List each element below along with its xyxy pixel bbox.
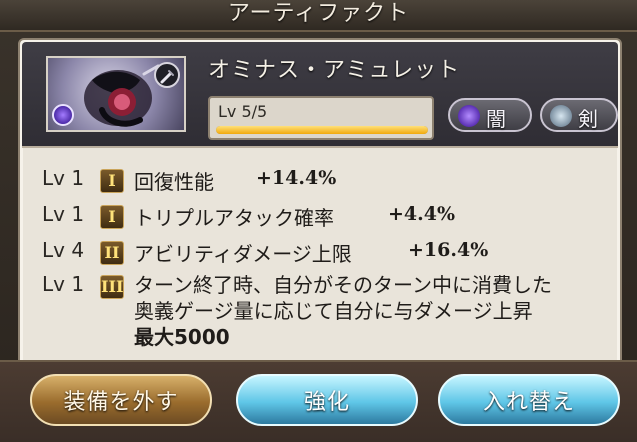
button-bar: 装備を外す 強化 入れ替え (0, 360, 637, 442)
element-label: 闇 (486, 107, 506, 131)
element-pill: 闇 (448, 98, 532, 132)
skill-row-1: Lv 1 I 回復性能 +14.4% (42, 166, 602, 196)
level-text: Lv 5/5 (218, 102, 268, 121)
skill-level: Lv 4 (42, 238, 85, 262)
artifact-thumbnail[interactable] (46, 56, 186, 132)
skill-desc-line2: 奥義ゲージ量に応じて自分に与ダメージ上昇 (134, 299, 533, 323)
level-box: Lv 5/5 (208, 96, 434, 140)
skill-row-2: Lv 1 I トリプルアタック確率 +4.4% (42, 202, 602, 232)
weapon-label: 剣 (578, 107, 598, 131)
artifact-detail-panel: オミナス・アミュレット Lv 5/5 闇 剣 Lv 1 I 回復性能 +14.4… (18, 38, 622, 368)
skill-level: Lv 1 (42, 272, 85, 296)
skill-desc-line3: 最大5000 (134, 325, 230, 349)
dark-element-icon (458, 105, 480, 127)
skill-name: 回復性能 (134, 170, 214, 194)
level-progress-fill (216, 126, 428, 134)
dialog-title: アーティファクト (227, 1, 410, 26)
skill-value: +4.4% (388, 203, 456, 225)
skill-level: Lv 1 (42, 166, 85, 190)
swap-button[interactable]: 入れ替え (438, 374, 620, 426)
tier-badge: III (100, 275, 124, 299)
tier-badge: I (100, 169, 124, 193)
sword-icon (550, 105, 572, 127)
skill-desc-line1: ターン終了時、自分がそのターン中に消費した (134, 273, 552, 297)
artifact-dialog: アーティファクト オミナス・アミュレット Lv 5/5 闇 剣 Lv 1 I 回… (0, 0, 637, 442)
divider (22, 146, 618, 148)
skill-level: Lv 1 (42, 202, 85, 226)
skill-value: +16.4% (408, 239, 489, 261)
unequip-button[interactable]: 装備を外す (30, 374, 212, 426)
dark-element-icon (52, 104, 74, 126)
level-progress-track (216, 126, 428, 134)
artifact-header: オミナス・アミュレット Lv 5/5 闇 剣 (22, 42, 618, 146)
skill-value: +14.4% (256, 167, 337, 189)
tier-badge: I (100, 205, 124, 229)
skill-name: アビリティダメージ上限 (134, 242, 352, 266)
weapon-pill: 剣 (540, 98, 618, 132)
skill-row-4: Lv 1 III ターン終了時、自分がそのターン中に消費した 奥義ゲージ量に応じ… (42, 272, 622, 356)
tier-badge: II (100, 241, 124, 265)
title-bar: アーティファクト (0, 0, 637, 32)
sword-icon (154, 62, 180, 88)
upgrade-button[interactable]: 強化 (236, 374, 418, 426)
skill-name: トリプルアタック確率 (134, 206, 334, 230)
skill-description: ターン終了時、自分がそのターン中に消費した 奥義ゲージ量に応じて自分に与ダメージ… (134, 272, 620, 350)
artifact-name: オミナス・アミュレット (208, 58, 461, 83)
skill-row-3: Lv 4 II アビリティダメージ上限 +16.4% (42, 238, 602, 268)
